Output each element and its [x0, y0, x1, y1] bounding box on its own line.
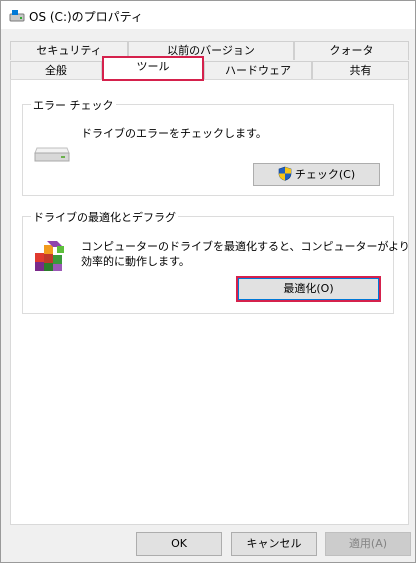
tab-general[interactable]: 全般: [10, 61, 102, 79]
uac-shield-icon: [278, 166, 292, 188]
ok-button[interactable]: OK: [136, 532, 222, 556]
check-button[interactable]: チェック(C): [253, 163, 380, 186]
check-button-label: チェック(C): [294, 168, 356, 181]
tab-sharing[interactable]: 共有: [312, 61, 409, 79]
cancel-button[interactable]: キャンセル: [231, 532, 317, 556]
optimize-label: ドライブの最適化とデフラグ: [31, 209, 178, 225]
apply-button[interactable]: 適用(A): [325, 532, 411, 556]
optimize-group: ドライブの最適化とデフラグ コンピューターのドライブを最適化すると、コンピュータ…: [22, 209, 410, 314]
hard-drive-icon: [33, 143, 71, 166]
window-title: OS (C:)のプロパティ: [29, 10, 143, 24]
tools-panel: エラー チェック ドライブのエラーをチェックします。 チェック(C) ドライブの…: [10, 79, 410, 525]
optimize-button[interactable]: 最適化(O): [236, 276, 381, 302]
error-check-label: エラー チェック: [31, 97, 116, 113]
error-check-description: ドライブのエラーをチェックします。: [81, 127, 267, 140]
tab-tools[interactable]: ツール: [102, 56, 204, 81]
defrag-icon: [33, 239, 67, 276]
tab-hardware[interactable]: ハードウェア: [204, 61, 312, 79]
drive-icon: [9, 9, 25, 23]
error-check-group: エラー チェック ドライブのエラーをチェックします。 チェック(C): [22, 97, 394, 196]
tab-quota[interactable]: クォータ: [294, 41, 409, 60]
optimize-description-line1: コンピューターのドライブを最適化すると、コンピューターがより: [81, 240, 410, 253]
optimize-description-line2: 効率的に動作します。: [81, 255, 190, 268]
properties-window: OS (C:)のプロパティ セキュリティ 以前のバージョン クォータ 全般 ツー…: [0, 0, 416, 563]
title-bar: OS (C:)のプロパティ: [1, 1, 415, 29]
